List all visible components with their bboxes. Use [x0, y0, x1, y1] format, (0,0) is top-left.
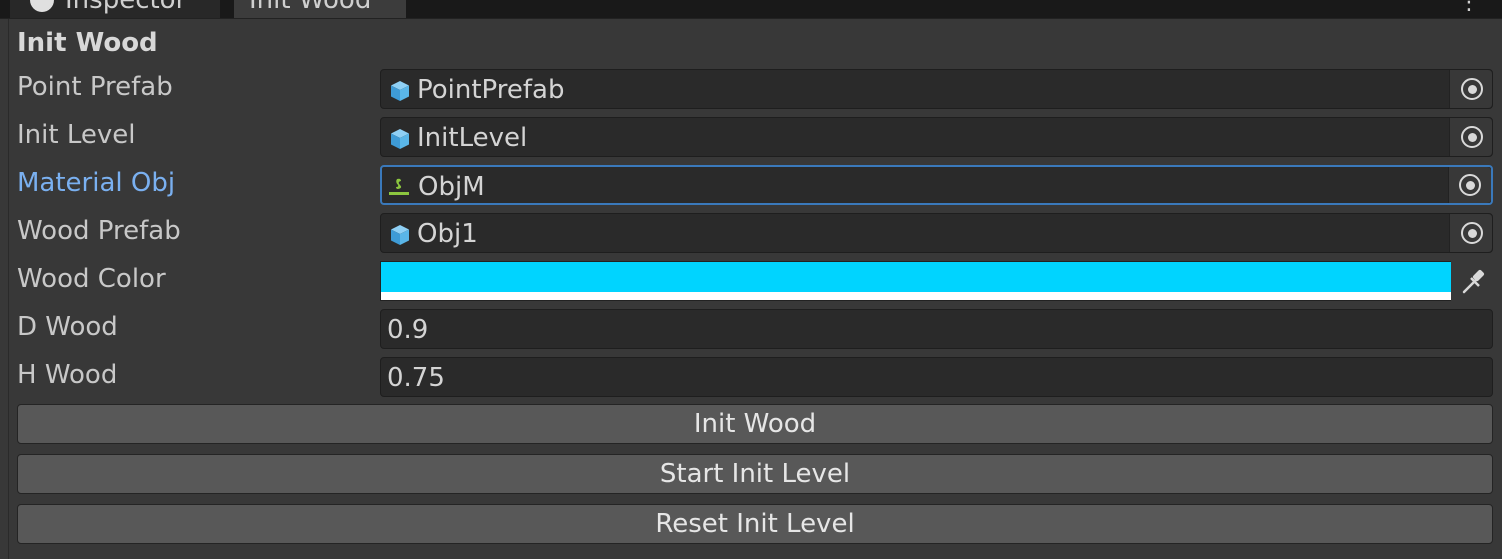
- field-row-wood-color: Wood Color: [9, 257, 1502, 301]
- field-label: H Wood: [17, 360, 118, 390]
- field-value: ObjM: [418, 172, 485, 202]
- color-swatch[interactable]: [380, 261, 1452, 293]
- object-picker-dot: [1468, 229, 1477, 238]
- material-asset-icon: [389, 178, 409, 195]
- tab-inspector[interactable]: Inspector: [10, 0, 220, 18]
- field-row-wood-prefab: Wood Prefab Obj1: [9, 209, 1502, 253]
- tab-init-wood[interactable]: Init Wood: [234, 0, 406, 18]
- field-row-d-wood: D Wood 0.9: [9, 305, 1502, 349]
- tab-inspector-label: Inspector: [65, 0, 187, 15]
- object-picker-dot: [1468, 85, 1477, 94]
- field-label: Point Prefab: [17, 72, 173, 102]
- more-options-icon[interactable]: ⋮: [1458, 0, 1480, 16]
- eyedropper-button[interactable]: [1451, 261, 1493, 301]
- field-label: Wood Prefab: [17, 216, 181, 246]
- point-prefab-object-field[interactable]: PointPrefab: [380, 69, 1493, 109]
- component-title: Init Wood: [17, 28, 158, 58]
- field-label: Wood Color: [17, 264, 166, 294]
- wood-color-field[interactable]: [380, 261, 1493, 301]
- object-picker-dot: [1466, 181, 1475, 190]
- field-label: Material Obj: [17, 168, 176, 198]
- field-value: Obj1: [417, 219, 478, 249]
- prefab-cube-icon: [391, 81, 409, 101]
- material-obj-object-field[interactable]: ObjM: [380, 165, 1493, 205]
- start-init-level-button[interactable]: Start Init Level: [17, 454, 1493, 494]
- prefab-cube-icon: [391, 225, 409, 245]
- component-panel: Init Wood Point Prefab PointPrefab Init …: [8, 19, 1502, 559]
- wood-prefab-object-field[interactable]: Obj1: [380, 213, 1493, 253]
- field-label: D Wood: [17, 312, 118, 342]
- field-row-init-level: Init Level InitLevel: [9, 113, 1502, 157]
- tab-init-wood-label: Init Wood: [249, 0, 372, 15]
- d-wood-float-field[interactable]: 0.9: [380, 309, 1493, 349]
- init-level-object-field[interactable]: InitLevel: [380, 117, 1493, 157]
- field-value: PointPrefab: [417, 75, 565, 105]
- field-row-h-wood: H Wood 0.75: [9, 353, 1502, 397]
- inspector-window: Inspector Init Wood ⋮ Init Wood Point Pr…: [0, 0, 1502, 559]
- object-picker-dot: [1468, 133, 1477, 142]
- alpha-bar: [380, 292, 1452, 301]
- info-icon: [30, 0, 54, 12]
- object-picker-button[interactable]: [1448, 167, 1491, 203]
- object-picker-button[interactable]: [1449, 70, 1492, 108]
- prefab-cube-icon: [391, 129, 409, 149]
- tab-bar: Inspector Init Wood ⋮: [0, 0, 1502, 19]
- init-wood-button[interactable]: Init Wood: [17, 404, 1493, 444]
- field-row-material-obj: Material Obj ObjM: [9, 161, 1502, 205]
- field-value: 0.9: [387, 315, 429, 345]
- eyedropper-icon: [1462, 269, 1485, 294]
- field-value: 0.75: [387, 363, 445, 393]
- field-row-point-prefab: Point Prefab PointPrefab: [9, 65, 1502, 109]
- object-picker-button[interactable]: [1449, 118, 1492, 156]
- reset-init-level-button[interactable]: Reset Init Level: [17, 504, 1493, 544]
- field-value: InitLevel: [417, 123, 528, 153]
- h-wood-float-field[interactable]: 0.75: [380, 357, 1493, 397]
- object-picker-button[interactable]: [1449, 214, 1492, 252]
- field-label: Init Level: [17, 120, 136, 150]
